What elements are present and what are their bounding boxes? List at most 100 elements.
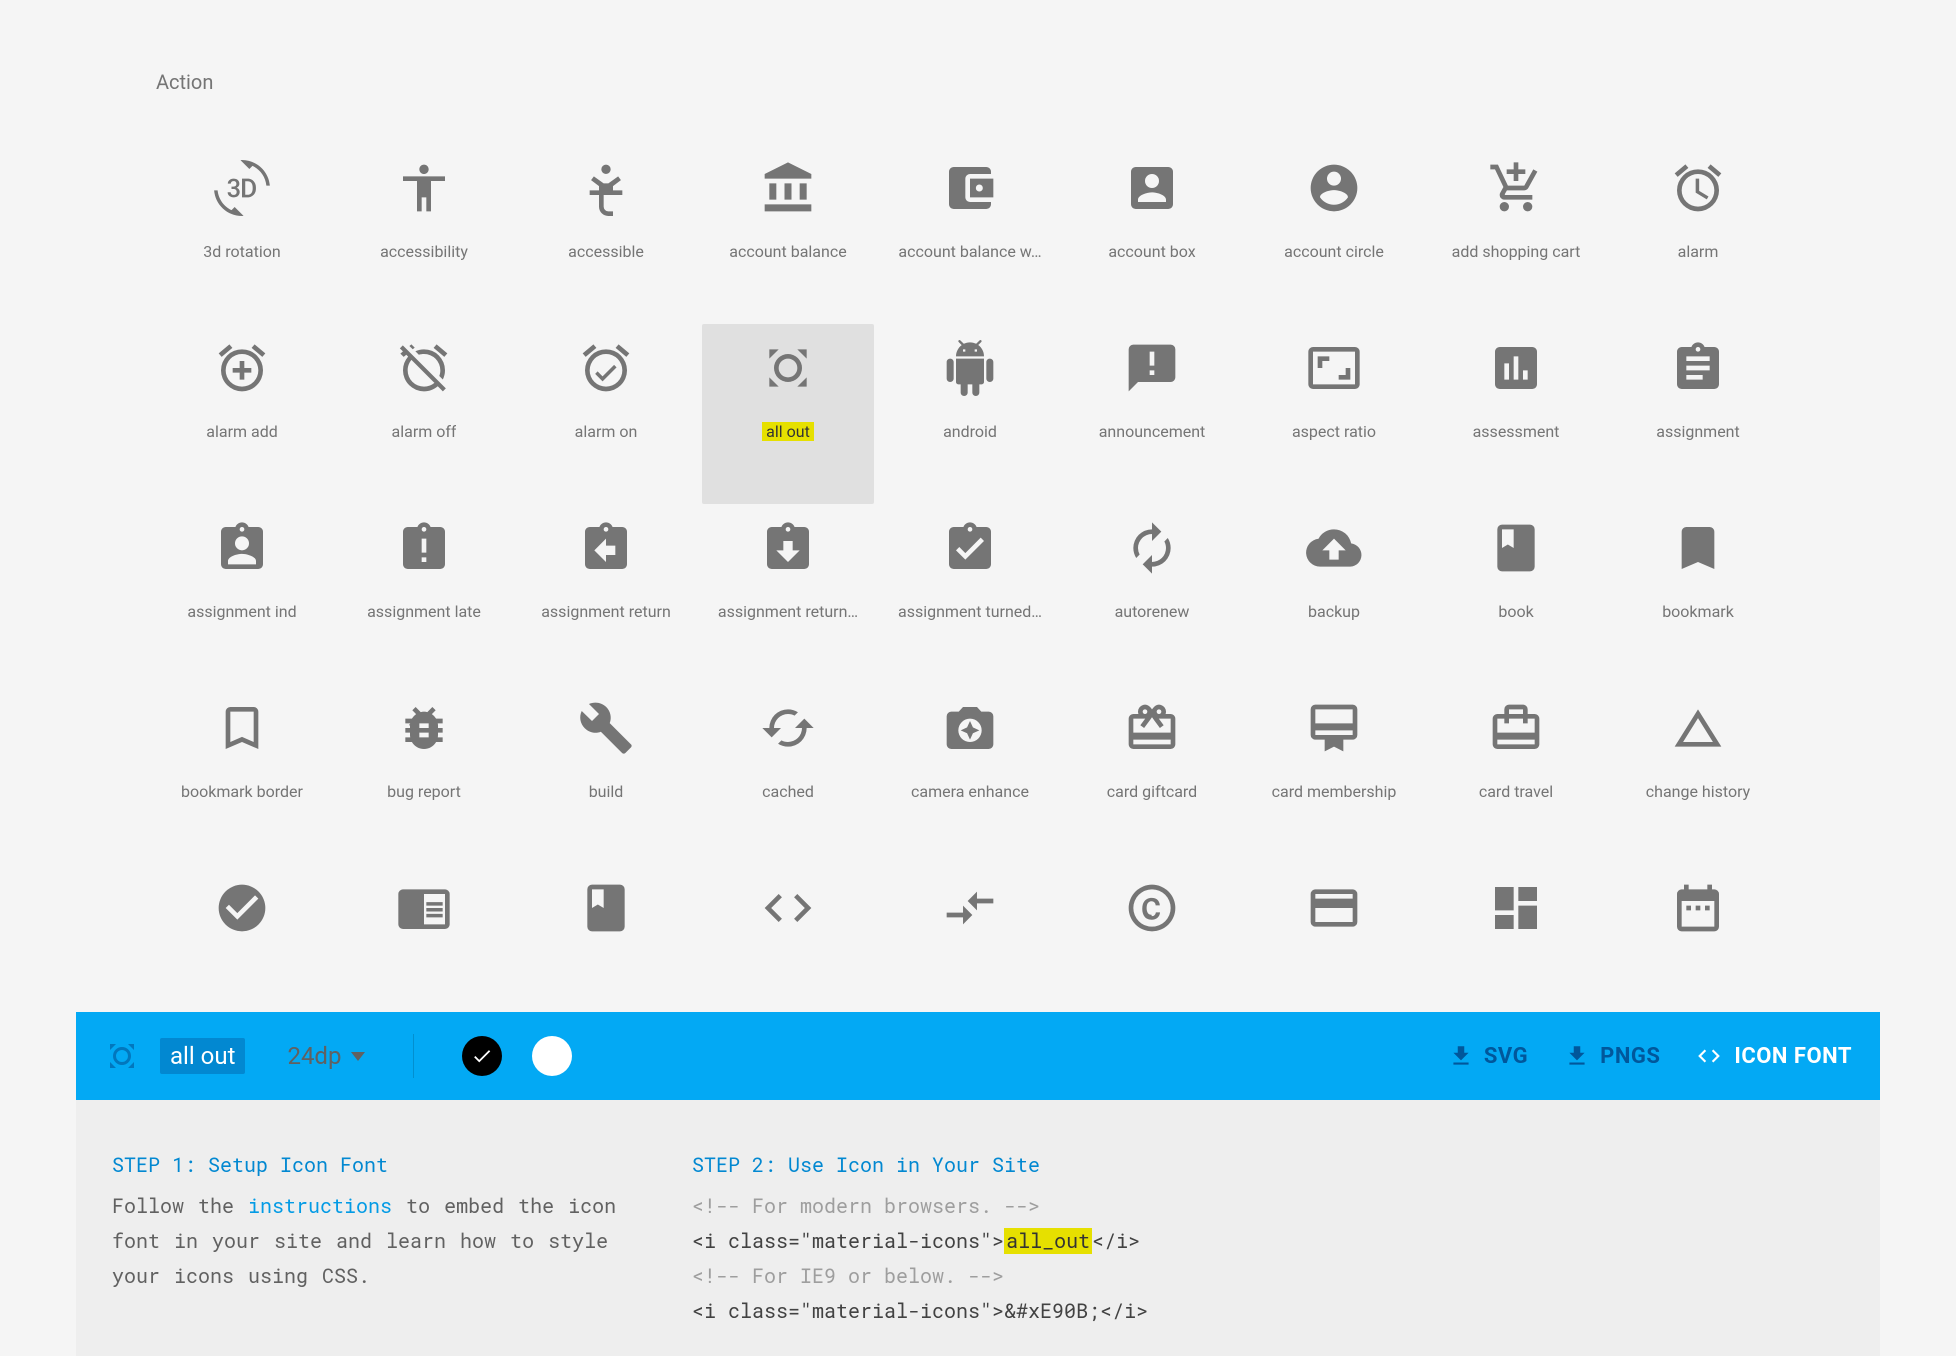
dashboard-icon	[1488, 880, 1544, 936]
icon-cell-announcement[interactable]: announcement	[1066, 324, 1238, 504]
icon-label: cached	[762, 782, 814, 801]
icon-cell-alarm-on[interactable]: alarm on	[520, 324, 692, 504]
icon-cell-camera-enhance[interactable]: camera enhance	[884, 684, 1056, 864]
all-out-icon	[760, 340, 816, 396]
assignment-ind-icon	[214, 520, 270, 576]
icon-label: backup	[1308, 602, 1360, 621]
icon-cell-account-balance[interactable]: account balance	[702, 144, 874, 324]
android-icon	[942, 340, 998, 396]
chrome-reader-mode-icon	[396, 880, 452, 936]
icon-cell-alarm[interactable]: alarm	[1612, 144, 1784, 324]
icon-cell-assignment-ind[interactable]: assignment ind	[156, 504, 328, 684]
account-circle-icon	[1306, 160, 1362, 216]
card-membership-icon	[1306, 700, 1362, 756]
icon-cell-assignment-late[interactable]: assignment late	[338, 504, 510, 684]
icon-label: card membership	[1272, 782, 1397, 801]
color-black-swatch[interactable]	[462, 1036, 502, 1076]
cached-icon	[760, 700, 816, 756]
icon-label: assignment ind	[187, 602, 296, 621]
icon-label: camera enhance	[911, 782, 1029, 801]
download-icon	[1448, 1043, 1474, 1069]
add-shopping-cart-icon	[1488, 160, 1544, 216]
code-icon	[760, 880, 816, 936]
accessible-icon	[578, 160, 634, 216]
icon-cell-card-giftcard[interactable]: card giftcard	[1066, 684, 1238, 864]
icon-cell-backup[interactable]: backup	[1248, 504, 1420, 684]
3d-rotation-icon	[214, 160, 270, 216]
size-label: 24dp	[287, 1042, 341, 1070]
icon-label: alarm	[1678, 242, 1719, 261]
icon-cell-card-membership[interactable]: card membership	[1248, 684, 1420, 864]
icon-cell-alarm-add[interactable]: alarm add	[156, 324, 328, 504]
icon-label: accessible	[568, 242, 644, 261]
icon-cell-aspect-ratio[interactable]: aspect ratio	[1248, 324, 1420, 504]
icon-label: account balance w…	[898, 242, 1041, 261]
code-icon	[1696, 1043, 1722, 1069]
download-pngs-button[interactable]: PNGS	[1564, 1043, 1660, 1069]
icon-font-button[interactable]: ICON FONT	[1696, 1043, 1852, 1069]
icon-cell-assignment-returned[interactable]: assignment return…	[702, 504, 874, 684]
aspect-ratio-icon	[1306, 340, 1362, 396]
announcement-icon	[1124, 340, 1180, 396]
icon-cell-accessible[interactable]: accessible	[520, 144, 692, 324]
instructions-link[interactable]: instructions	[248, 1193, 392, 1219]
icon-cell-3d-rotation[interactable]: 3d rotation	[156, 144, 328, 324]
size-select[interactable]: 24dp	[287, 1042, 365, 1070]
icon-cell-add-shopping-cart[interactable]: add shopping cart	[1430, 144, 1602, 324]
icon-label: assessment	[1473, 422, 1560, 441]
icon-label: android	[943, 422, 997, 441]
icon-cell-account-balance-wallet[interactable]: account balance w…	[884, 144, 1056, 324]
highlighted-token: all_out	[1004, 1228, 1092, 1254]
icon-cell-change-history[interactable]: change history	[1612, 684, 1784, 864]
icon-label: card travel	[1479, 782, 1553, 801]
alarm-off-icon	[396, 340, 452, 396]
selected-icon-name: all out	[160, 1038, 245, 1074]
icon-cell-account-circle[interactable]: account circle	[1248, 144, 1420, 324]
step1-body: Follow the instructions to embed the ico…	[112, 1189, 652, 1294]
icon-label: book	[1498, 602, 1533, 621]
icon-label: bookmark	[1662, 602, 1734, 621]
category-label: Action	[156, 70, 1956, 94]
bookmark-border-icon	[214, 700, 270, 756]
copyright-icon	[1124, 880, 1180, 936]
icon-label: alarm on	[575, 422, 638, 441]
icon-cell-assignment-turned-in[interactable]: assignment turned…	[884, 504, 1056, 684]
icon-cell-assignment[interactable]: assignment	[1612, 324, 1784, 504]
icon-cell-assessment[interactable]: assessment	[1430, 324, 1602, 504]
icon-cell-cached[interactable]: cached	[702, 684, 874, 864]
icon-cell-book[interactable]: book	[1430, 504, 1602, 684]
icon-cell-bookmark-border[interactable]: bookmark border	[156, 684, 328, 864]
color-white-swatch[interactable]	[532, 1036, 572, 1076]
icon-cell-assignment-return[interactable]: assignment return	[520, 504, 692, 684]
icon-label: account circle	[1284, 242, 1384, 261]
camera-enhance-icon	[942, 700, 998, 756]
backup-icon	[1306, 520, 1362, 576]
icon-label: alarm off	[392, 422, 457, 441]
icon-label: assignment return…	[718, 602, 858, 621]
icon-cell-build[interactable]: build	[520, 684, 692, 864]
icon-label: assignment return	[541, 602, 671, 621]
icon-label: account balance	[729, 242, 846, 261]
icon-cell-card-travel[interactable]: card travel	[1430, 684, 1602, 864]
icon-cell-bookmark[interactable]: bookmark	[1612, 504, 1784, 684]
step1-title: STEP 1: Setup Icon Font	[112, 1148, 652, 1183]
download-svg-label: SVG	[1484, 1044, 1528, 1069]
icon-cell-bug-report[interactable]: bug report	[338, 684, 510, 864]
selection-bar: all out 24dp SVG PNGS ICON FONT	[76, 1012, 1880, 1100]
icon-cell-all-out[interactable]: all out	[702, 324, 874, 504]
icon-cell-account-box[interactable]: account box	[1066, 144, 1238, 324]
icon-cell-accessibility[interactable]: accessibility	[338, 144, 510, 324]
download-pngs-label: PNGS	[1600, 1044, 1660, 1069]
step2-title: STEP 2: Use Icon in Your Site	[692, 1148, 1844, 1183]
card-travel-icon	[1488, 700, 1544, 756]
icon-cell-autorenew[interactable]: autorenew	[1066, 504, 1238, 684]
icon-label: bookmark border	[181, 782, 303, 801]
icon-label: add shopping cart	[1452, 242, 1581, 261]
icon-cell-alarm-off[interactable]: alarm off	[338, 324, 510, 504]
icon-label: assignment late	[367, 602, 481, 621]
book-icon	[1488, 520, 1544, 576]
icon-cell-android[interactable]: android	[884, 324, 1056, 504]
autorenew-icon	[1124, 520, 1180, 576]
alarm-add-icon	[214, 340, 270, 396]
download-svg-button[interactable]: SVG	[1448, 1043, 1528, 1069]
